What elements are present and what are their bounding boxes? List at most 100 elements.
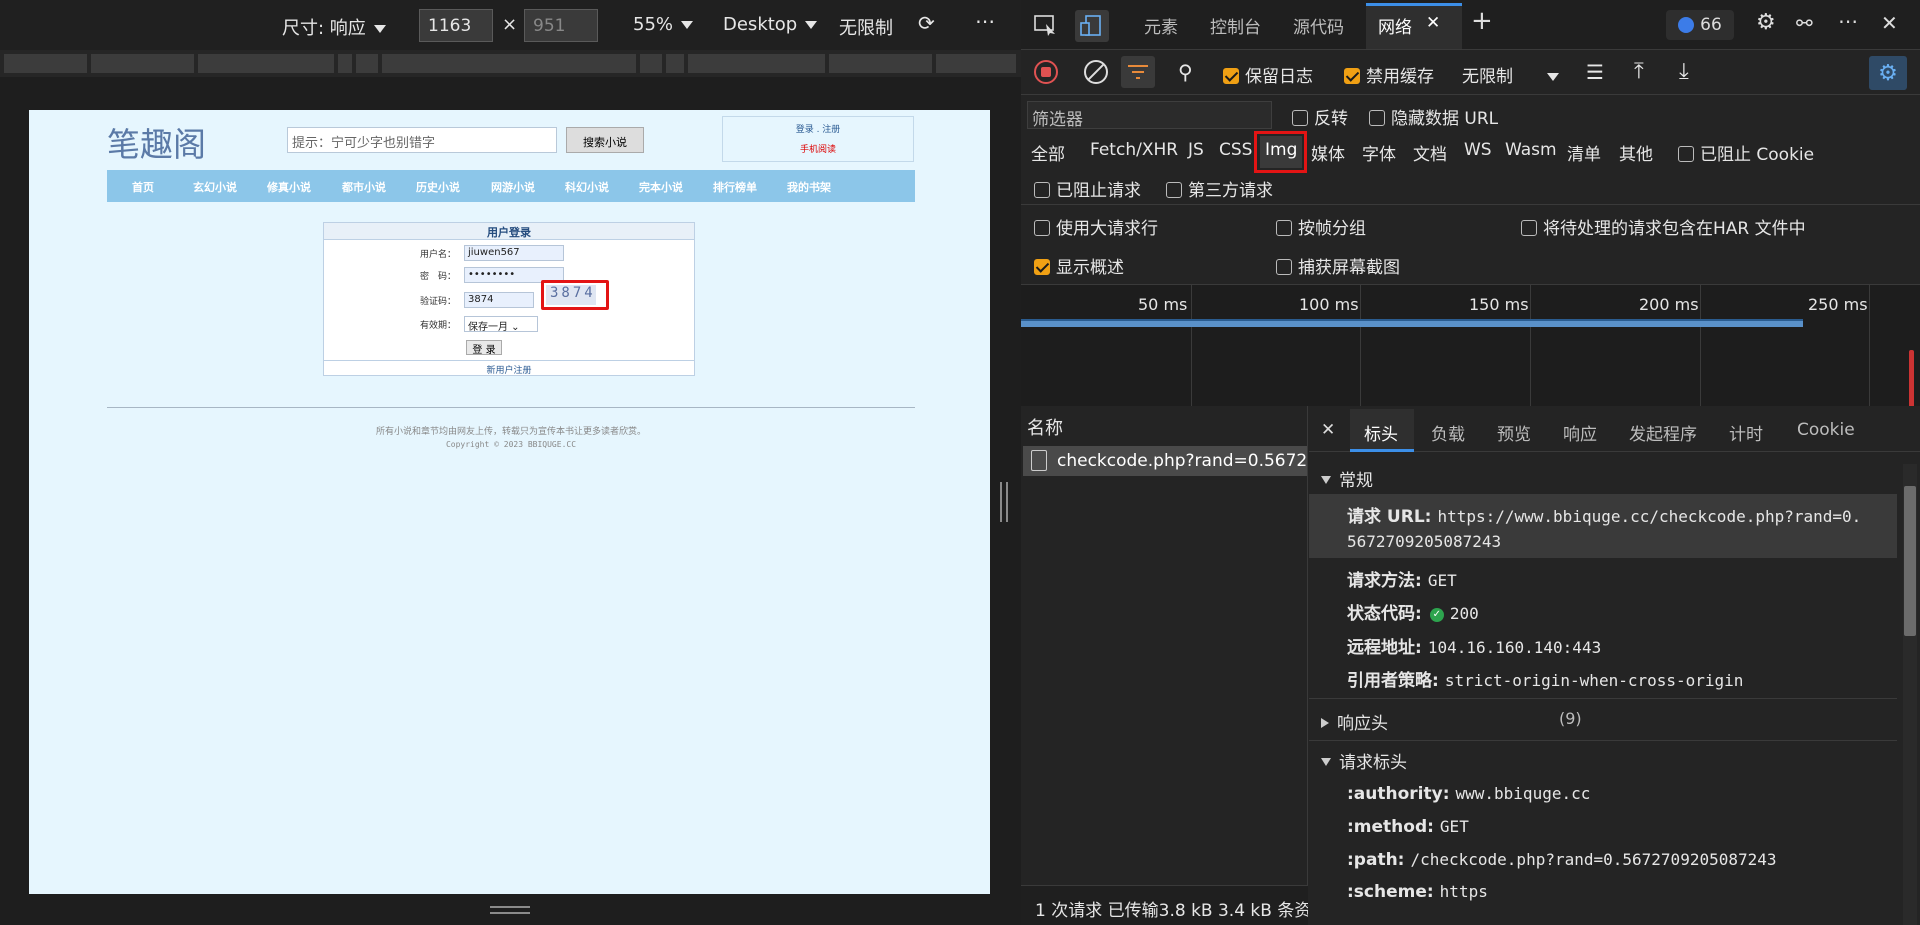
filter-other[interactable]: 其他	[1619, 140, 1653, 165]
device-emulation-pane: 尺寸: 响应 1163 × 951 55% Desktop 无限制 ⟳ ⋯ 笔趣…	[0, 0, 1021, 925]
general-section[interactable]: 常规	[1321, 466, 1373, 491]
nav-lishi[interactable]: 历史小说	[416, 179, 460, 195]
nav-paihang[interactable]: 排行榜单	[713, 179, 757, 195]
request-headers-section[interactable]: 请求标头	[1321, 748, 1407, 773]
nav-wanben[interactable]: 完本小说	[639, 179, 683, 195]
expiry-select[interactable]: 保存一月 ⌄	[464, 316, 538, 333]
blocked-requests-checkbox[interactable]: 已阻止请求	[1034, 176, 1141, 201]
nav-dushi[interactable]: 都市小说	[342, 179, 386, 195]
nav-home[interactable]: 首页	[132, 179, 154, 195]
resize-handle-bottom[interactable]	[490, 906, 530, 914]
close-tab-icon[interactable]: ✕	[1426, 13, 1440, 33]
issues-badge[interactable]: 66	[1666, 10, 1734, 40]
media-query-ruler[interactable]	[0, 50, 1021, 77]
network-throttle-dropdown[interactable]: 无限制	[1462, 62, 1559, 87]
har-pending-checkbox[interactable]: 将待处理的请求包含在HAR 文件中	[1521, 214, 1806, 239]
nav-shujia[interactable]: 我的书架	[787, 179, 831, 195]
nav-xiuzhen[interactable]: 修真小说	[267, 179, 311, 195]
detail-scrollbar[interactable]	[1903, 464, 1917, 925]
network-overview-timeline[interactable]: 50 ms 100 ms 150 ms 200 ms 250 ms	[1021, 284, 1920, 407]
capture-screenshots-checkbox[interactable]: 捕获屏幕截图	[1276, 253, 1400, 278]
blocked-cookies-checkbox[interactable]: 已阻止 Cookie	[1678, 140, 1814, 165]
login-register-link[interactable]: 登录 . 注册	[796, 125, 841, 135]
settings-gear-icon[interactable]: ⚙	[1756, 10, 1776, 35]
request-url-row-2: 5672709205087243	[1347, 532, 1501, 552]
inspect-icon[interactable]	[1033, 12, 1059, 38]
nav-wangyou[interactable]: 网游小说	[491, 179, 535, 195]
collapse-triangle-icon	[1321, 476, 1331, 484]
add-tab-icon[interactable]: +	[1471, 6, 1493, 36]
filter-input[interactable]: 筛选器	[1027, 101, 1272, 130]
filter-font[interactable]: 字体	[1362, 140, 1396, 165]
network-conditions-icon[interactable]: ☰	[1586, 60, 1604, 84]
resize-handle-right[interactable]	[1000, 482, 1008, 522]
tab-network[interactable]: 网络	[1378, 13, 1412, 38]
filter-media[interactable]: 媒体	[1311, 140, 1345, 165]
filter-all[interactable]: 全部	[1031, 140, 1065, 165]
tick-200ms: 200 ms	[1639, 295, 1699, 314]
dimensions-dropdown[interactable]: 尺寸: 响应	[282, 14, 386, 40]
tab-initiator[interactable]: 发起程序	[1629, 420, 1697, 445]
filter-fetch-xhr[interactable]: Fetch/XHR	[1090, 140, 1178, 160]
record-stop-icon[interactable]	[1034, 60, 1058, 84]
response-headers-section[interactable]: 响应头 (9)	[1321, 709, 1582, 734]
group-by-frame-checkbox[interactable]: 按帧分组	[1276, 214, 1366, 239]
filter-wasm[interactable]: Wasm	[1505, 140, 1557, 160]
filter-css[interactable]: CSS	[1219, 140, 1252, 160]
tab-preview[interactable]: 预览	[1497, 420, 1531, 445]
clear-icon[interactable]	[1084, 60, 1108, 84]
disable-cache-checkbox[interactable]: 禁用缓存	[1344, 62, 1434, 87]
import-har-icon[interactable]: ⤒	[1634, 59, 1644, 84]
close-detail-icon[interactable]: ✕	[1321, 420, 1335, 440]
nav-xuanhuan[interactable]: 玄幻小说	[193, 179, 237, 195]
show-overview-checkbox[interactable]: 显示概述	[1034, 253, 1124, 278]
export-har-icon[interactable]: ⤓	[1679, 59, 1689, 84]
tab-timing[interactable]: 计时	[1729, 420, 1763, 445]
site-search-button[interactable]: 搜索小说	[566, 127, 644, 153]
tab-payload[interactable]: 负载	[1431, 420, 1465, 445]
site-search-input[interactable]: 提示：宁可少字也别错字	[287, 127, 557, 153]
tab-sources[interactable]: 源代码	[1293, 13, 1344, 38]
filter-ws[interactable]: WS	[1464, 140, 1492, 160]
device-emulation-icon[interactable]	[1075, 10, 1109, 42]
close-devtools-icon[interactable]: ✕	[1881, 11, 1898, 35]
nav-kehuan[interactable]: 科幻小说	[565, 179, 609, 195]
height-input[interactable]: 951	[524, 9, 598, 42]
detail-scroll-thumb[interactable]	[1904, 486, 1916, 636]
filter-js[interactable]: JS	[1188, 140, 1204, 160]
rotate-icon[interactable]: ⟳	[918, 11, 935, 35]
filter-manifest[interactable]: 清单	[1567, 140, 1601, 165]
site-logo[interactable]: 笔趣阁	[107, 118, 206, 166]
device-type-dropdown[interactable]: Desktop	[723, 14, 817, 35]
preserve-log-checkbox[interactable]: 保留日志	[1223, 62, 1313, 87]
tab-response[interactable]: 响应	[1563, 420, 1597, 445]
request-row[interactable]: checkcode.php?rand=0.5672...	[1023, 446, 1307, 476]
tab-elements[interactable]: 元素	[1144, 13, 1178, 38]
request-url-value-1: https://www.bbiquge.cc/checkcode.php?ran…	[1437, 507, 1862, 526]
tab-cookie[interactable]: Cookie	[1797, 420, 1855, 440]
section-divider	[1309, 698, 1897, 699]
mobile-read-link[interactable]: 手机阅读	[723, 142, 913, 155]
zoom-dropdown[interactable]: 55%	[633, 14, 693, 35]
more-tools-icon[interactable]: ⋯	[1838, 9, 1858, 33]
network-settings-gear-icon[interactable]: ⚙	[1869, 56, 1907, 90]
username-input[interactable]: jiuwen567	[464, 245, 564, 261]
third-party-checkbox[interactable]: 第三方请求	[1166, 176, 1273, 201]
hide-data-urls-checkbox[interactable]: 隐藏数据 URL	[1369, 104, 1498, 129]
login-button[interactable]: 登 录	[466, 340, 502, 356]
customize-icon[interactable]: ⚯	[1796, 11, 1813, 35]
tab-headers[interactable]: 标头	[1364, 420, 1398, 445]
large-rows-checkbox[interactable]: 使用大请求行	[1034, 214, 1158, 239]
register-link[interactable]: 新用户注册	[324, 360, 694, 376]
search-icon[interactable]: ⚲	[1178, 60, 1193, 84]
throttle-dropdown[interactable]: 无限制	[839, 14, 893, 40]
width-input[interactable]: 1163	[419, 9, 493, 42]
invert-checkbox[interactable]: 反转	[1292, 104, 1348, 129]
filter-icon[interactable]	[1121, 56, 1155, 88]
captcha-input[interactable]: 3874	[464, 292, 534, 308]
name-column-header[interactable]: 名称	[1027, 414, 1063, 440]
more-options-icon[interactable]: ⋯	[975, 9, 995, 33]
tab-console[interactable]: 控制台	[1210, 13, 1261, 38]
remote-key: 远程地址:	[1347, 638, 1422, 658]
filter-doc[interactable]: 文档	[1413, 140, 1447, 165]
